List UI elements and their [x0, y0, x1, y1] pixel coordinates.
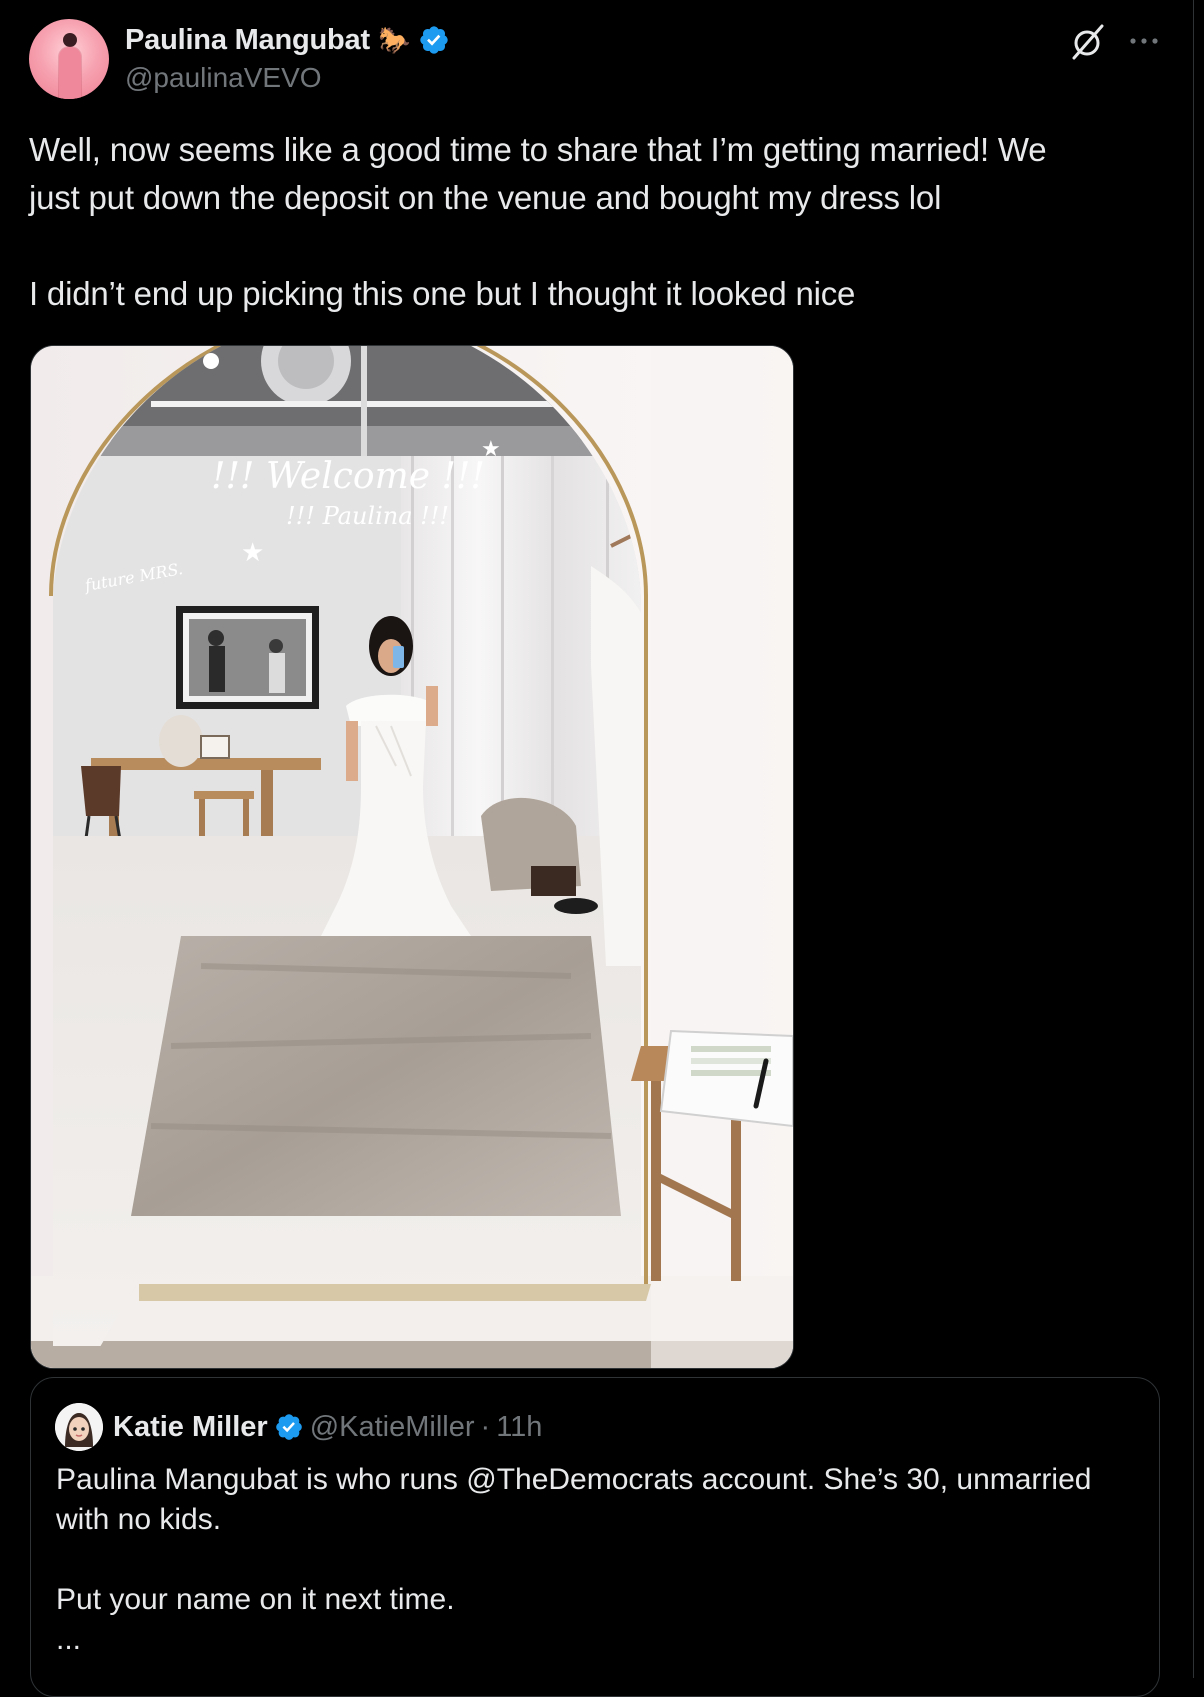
verified-badge-icon — [275, 1414, 302, 1440]
horse-emoji-icon: 🐎 — [377, 25, 411, 55]
tweet-text: Well, now seems like a good time to shar… — [29, 126, 1159, 318]
tweet-text-paragraph: I didn’t end up picking this one but I t… — [29, 275, 856, 312]
author-handle[interactable]: @paulinaVEVO — [125, 62, 322, 94]
quoted-tweet[interactable]: Katie Miller @KatieMiller · 11h Paulina … — [30, 1377, 1160, 1697]
tweet-text-line: Well, now seems like a good time to shar… — [29, 131, 1047, 168]
quoted-text-line: Paulina Mangubat is who runs @TheDemocra… — [56, 1463, 1092, 1496]
quoted-timestamp[interactable]: 11h — [496, 1411, 542, 1444]
star-doodle-icon: ★ — [241, 537, 264, 567]
quoted-header: Katie Miller @KatieMiller · 11h — [113, 1402, 542, 1452]
tweet-text-line: just put down the deposit on the venue a… — [29, 179, 942, 216]
quoted-text-ellipsis: ... — [56, 1623, 82, 1656]
quoted-text-line: with no kids. — [56, 1503, 222, 1536]
verified-badge-icon — [420, 26, 448, 54]
mirror-text-name: !!! Paulina !!! — [286, 502, 449, 530]
quoted-text-line: Put your name on it next time. — [56, 1583, 455, 1616]
quoted-text: Paulina Mangubat is who runs @TheDemocra… — [56, 1460, 1136, 1660]
author-name-row: Paulina Mangubat 🐎 — [125, 20, 450, 60]
avatar-figure-body — [59, 47, 81, 99]
photo-illustration: !!! Welcome !!! !!! Paulina !!! future M… — [31, 346, 793, 1368]
star-doodle-icon: ★ — [481, 436, 501, 461]
quoted-handle[interactable]: @KatieMiller — [310, 1411, 475, 1444]
quoted-separator: · — [480, 1410, 491, 1443]
grok-icon[interactable] — [1068, 22, 1108, 62]
tweet: Paulina Mangubat 🐎 @paulinaVEVO Well, no… — [0, 0, 1194, 1697]
author-avatar[interactable] — [29, 19, 109, 99]
mirror-text-welcome: !!! Welcome !!! — [211, 456, 485, 497]
quoted-author-avatar[interactable] — [55, 1403, 103, 1451]
more-icon[interactable] — [1126, 26, 1162, 56]
author-display-name[interactable]: Paulina Mangubat — [125, 24, 370, 57]
quoted-display-name[interactable]: Katie Miller — [113, 1411, 268, 1444]
tweet-photo[interactable]: !!! Welcome !!! !!! Paulina !!! future M… — [30, 345, 794, 1369]
avatar-figure-head — [63, 33, 77, 47]
